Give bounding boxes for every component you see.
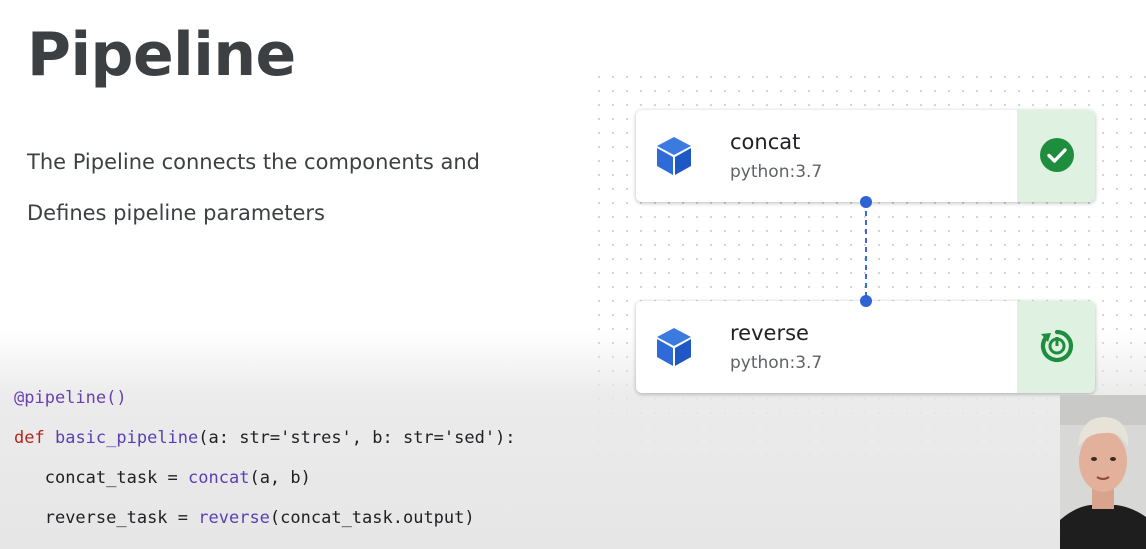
presenter-image [1060, 395, 1146, 549]
code-reverse-var: reverse_task [44, 508, 168, 528]
code-concat-args: (a, b) [249, 468, 311, 488]
refresh-circle-icon [1040, 329, 1074, 363]
code-assign: = [157, 468, 189, 488]
code-function-params: (a: str='stres', b: str='sed'): [198, 428, 516, 448]
node-status [1017, 301, 1095, 393]
presenter-webcam [1060, 395, 1146, 549]
code-concat-var: concat_task [44, 468, 158, 488]
pipeline-node-concat[interactable]: concat python:3.7 [636, 110, 1095, 202]
code-assign: = [167, 508, 199, 528]
check-circle-icon [1040, 138, 1074, 172]
code-def-keyword: def [14, 428, 45, 448]
slide-title: Pipeline [27, 20, 296, 90]
pipeline-node-reverse[interactable]: reverse python:3.7 [636, 301, 1095, 393]
node-version: python:3.7 [730, 353, 823, 373]
node-version: python:3.7 [730, 162, 823, 182]
description-line-1: The Pipeline connects the components and [27, 150, 480, 174]
code-decorator: @pipeline() [14, 388, 127, 408]
pipeline-edge [865, 202, 867, 301]
edge-output-port[interactable] [860, 196, 872, 208]
code-block: @pipeline() def basic_pipeline(a: str='s… [14, 378, 516, 538]
node-name: reverse [730, 321, 809, 345]
node-name: concat [730, 130, 801, 154]
code-concat-call: concat [188, 468, 250, 488]
code-reverse-args: (concat_task.output) [269, 508, 475, 528]
node-status [1017, 110, 1095, 202]
edge-input-port[interactable] [860, 295, 872, 307]
code-function-name: basic_pipeline [54, 428, 199, 448]
description-line-2: Defines pipeline parameters [27, 201, 325, 225]
cube-icon [657, 137, 691, 175]
cube-icon [657, 328, 691, 366]
code-reverse-call: reverse [198, 508, 270, 528]
